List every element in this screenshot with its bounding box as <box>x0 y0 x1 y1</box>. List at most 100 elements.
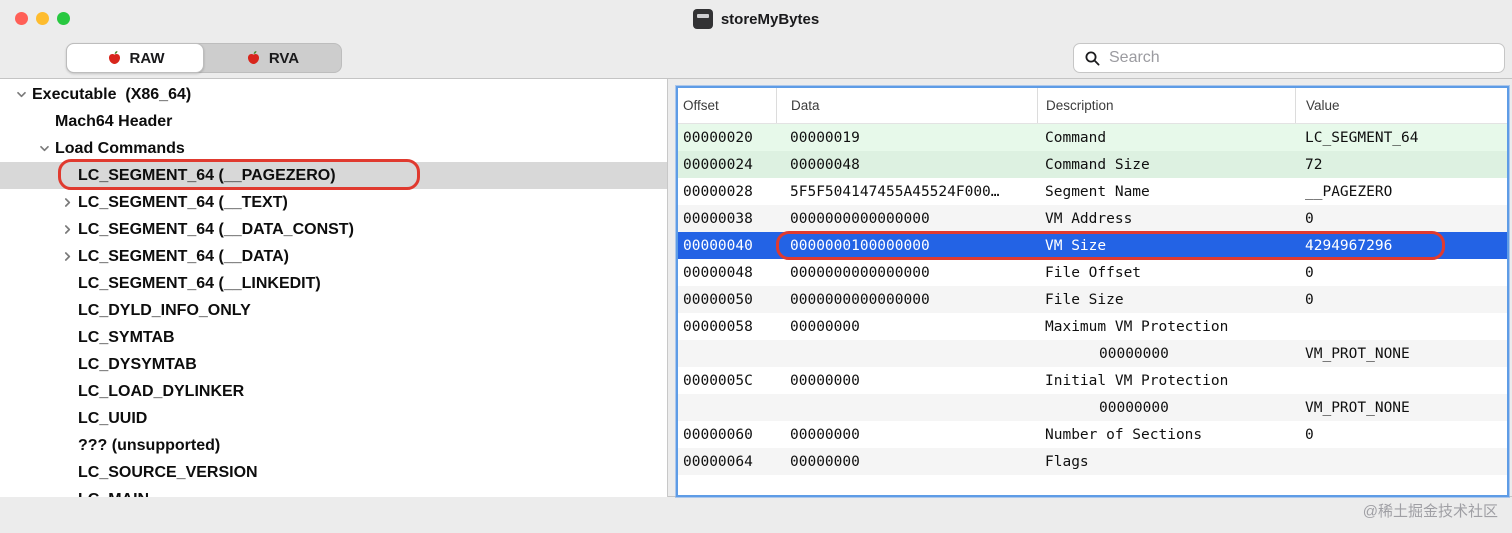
cell-offset: 00000058 <box>683 318 753 335</box>
table-row[interactable]: 00000040 0000000100000000 VM Size 429496729… <box>678 232 1507 259</box>
table-row[interactable]: 0000005C 00000000 Initial VM Protection <box>678 367 1507 394</box>
sidebar-item[interactable]: LC_MAIN <box>0 486 667 498</box>
cell-desc: Command Size <box>1045 156 1150 173</box>
cell-data: 00000019 <box>790 129 860 146</box>
sidebar-item[interactable]: LC_DYLD_INFO_ONLY <box>0 297 667 324</box>
table-row[interactable]: 00000038 0000000000000000 VM Address 0 <box>678 205 1507 232</box>
segment-label: RAW <box>129 49 165 67</box>
cell-data: 0000000100000000 <box>790 237 930 254</box>
chevron-down-icon[interactable] <box>10 88 32 101</box>
traffic-lights <box>15 12 70 25</box>
cell-desc: Number of Sections <box>1045 426 1203 443</box>
cell-value: 0 <box>1305 291 1314 308</box>
sidebar-item[interactable]: Load Commands <box>0 135 667 162</box>
zoom-button[interactable] <box>57 12 70 25</box>
sidebar-item[interactable]: LC_SEGMENT_64 (__DATA_CONST) <box>0 216 667 243</box>
cell-value: 0 <box>1305 264 1314 281</box>
cell-offset: 00000038 <box>683 210 753 227</box>
cell-offset: 00000060 <box>683 426 753 443</box>
sidebar-item-label: LC_SYMTAB <box>78 328 175 346</box>
table-row[interactable]: 00000064 00000000 Flags <box>678 448 1507 475</box>
sidebar-tree: Executable (X86_64) Mach64 Header Load Com… <box>0 79 668 497</box>
cell-desc: Flags <box>1045 453 1089 470</box>
sidebar-item-label: LC_DYLD_INFO_ONLY <box>78 301 251 319</box>
cell-data: 00000048 <box>790 156 860 173</box>
cell-value: VM_PROT_NONE <box>1305 345 1410 362</box>
cell-offset: 00000028 <box>683 183 753 200</box>
minimize-button[interactable] <box>36 12 49 25</box>
sidebar-item[interactable]: LC_SEGMENT_64 (__DATA) <box>0 243 667 270</box>
column-header-offset[interactable]: Offset <box>678 88 776 123</box>
table-header: Offset Data Description Value <box>678 88 1507 124</box>
app-icon <box>692 9 713 29</box>
search-field[interactable] <box>1073 43 1505 73</box>
sidebar-item[interactable]: Executable (X86_64) <box>0 81 667 108</box>
table-row[interactable]: 00000020 00000019 Command LC_SEGMENT_64 <box>678 124 1507 151</box>
sidebar-item[interactable]: Mach64 Header <box>0 108 667 135</box>
cell-desc: Maximum VM Protection <box>1045 318 1229 335</box>
cell-data: 00000000 <box>790 372 860 389</box>
table-row[interactable]: 00000058 00000000 Maximum VM Protection <box>678 313 1507 340</box>
segment-label: RVA <box>268 49 300 67</box>
sidebar-item[interactable]: LC_DYSYMTAB <box>0 351 667 378</box>
table-row[interactable]: 00000060 00000000 Number of Sections 0 <box>678 421 1507 448</box>
sidebar-item[interactable]: LC_LOAD_DYLINKER <box>0 378 667 405</box>
sidebar-item[interactable]: LC_SEGMENT_64 (__TEXT) <box>0 189 667 216</box>
sidebar-item-label: Executable (X86_64) <box>32 85 192 103</box>
column-header-value[interactable]: Value <box>1295 88 1507 123</box>
cell-offset: 00000064 <box>683 453 753 470</box>
sidebar-item-label: LC_SOURCE_VERSION <box>78 463 258 481</box>
chevron-right-icon[interactable] <box>56 196 78 209</box>
column-header-data[interactable]: Data <box>776 88 1037 123</box>
cell-data: 00000000 <box>790 453 860 470</box>
table-row[interactable]: 00000000 VM_PROT_NONE <box>678 394 1507 421</box>
cell-desc: Segment Name <box>1045 183 1150 200</box>
column-header-description[interactable]: Description <box>1037 88 1295 123</box>
window-title: storeMyBytes <box>720 10 820 28</box>
sidebar-item[interactable]: LC_UUID <box>0 405 667 432</box>
table-row[interactable]: 00000000 VM_PROT_NONE <box>678 340 1507 367</box>
sidebar-item[interactable]: LC_SEGMENT_64 (__LINKEDIT) <box>0 270 667 297</box>
view-mode-raw-button[interactable]: RAW <box>66 43 204 73</box>
table-row[interactable]: 00000028 5F5F504147455A45524F000… Segment … <box>678 178 1507 205</box>
sidebar-item-label: LC_SEGMENT_64 (__TEXT) <box>78 193 288 211</box>
sidebar-item[interactable]: ??? (unsupported) <box>0 432 667 459</box>
cell-data: 00000000 <box>790 426 860 443</box>
sidebar-item[interactable]: LC_SOURCE_VERSION <box>0 459 667 486</box>
sidebar-item[interactable]: LC_SEGMENT_64 (__PAGEZERO) <box>0 162 667 189</box>
search-input[interactable] <box>1109 49 1494 67</box>
titlebar: storeMyBytes <box>0 0 1512 38</box>
table-row[interactable]: 00000050 0000000000000000 File Size 0 <box>678 286 1507 313</box>
chevron-right-icon[interactable] <box>56 223 78 236</box>
table-row[interactable]: 00000048 0000000000000000 File Offset 0 <box>678 259 1507 286</box>
cell-offset: 0000005C <box>683 372 753 389</box>
sidebar-item-label: ??? (unsupported) <box>78 436 221 454</box>
cell-desc: File Size <box>1045 291 1124 308</box>
cell-value: LC_SEGMENT_64 <box>1305 129 1419 146</box>
cell-value: 0 <box>1305 426 1314 443</box>
apple-icon <box>106 50 123 67</box>
cell-offset: 00000020 <box>683 129 753 146</box>
cell-value: VM_PROT_NONE <box>1305 399 1410 416</box>
cell-offset: 00000050 <box>683 291 753 308</box>
watermark: @稀土掘金技术社区 <box>1362 503 1498 520</box>
view-mode-rva-button[interactable]: RVA <box>203 44 341 72</box>
chevron-down-icon[interactable] <box>33 142 55 155</box>
chevron-right-icon[interactable] <box>56 250 78 263</box>
window-title-group: storeMyBytes <box>692 9 820 29</box>
cell-offset: 00000048 <box>683 264 753 281</box>
table-row[interactable]: 00000024 00000048 Command Size 72 <box>678 151 1507 178</box>
cell-desc: VM Size <box>1045 237 1107 254</box>
cell-value: 72 <box>1305 156 1323 173</box>
apple-icon <box>245 50 262 67</box>
app-window: storeMyBytes RAW RVA Executable (X86_64) M… <box>0 0 1512 533</box>
sidebar-item[interactable]: LC_SYMTAB <box>0 324 667 351</box>
toolbar: RAW RVA <box>0 38 1512 79</box>
sidebar-item-label: LC_UUID <box>78 409 148 427</box>
close-button[interactable] <box>15 12 28 25</box>
cell-desc: 00000000 <box>1099 345 1169 362</box>
detail-table-panel: Offset Data Description Value 00000020 00000… <box>676 86 1509 497</box>
sidebar-item-label: LC_SEGMENT_64 (__DATA) <box>78 247 289 265</box>
cell-data: 0000000000000000 <box>790 264 930 281</box>
sidebar-item-label: LC_DYSYMTAB <box>78 355 197 373</box>
